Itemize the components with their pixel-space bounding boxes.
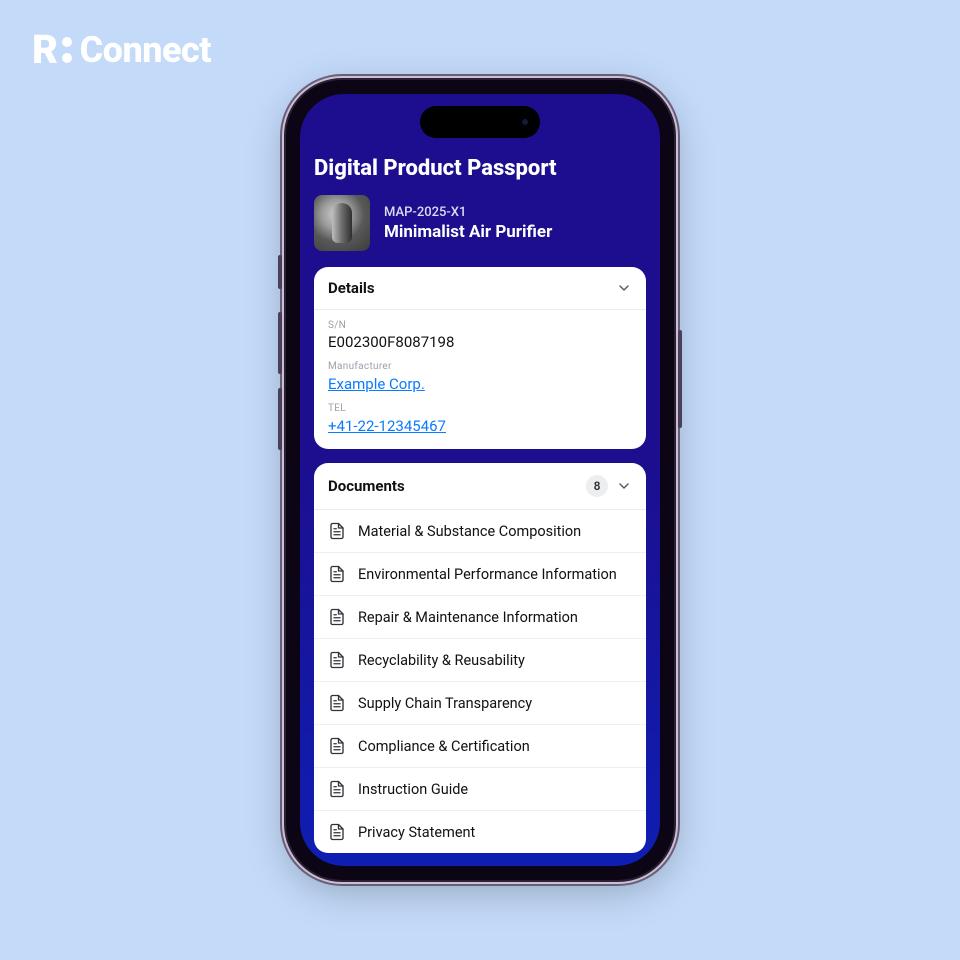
product-name: Minimalist Air Purifier (384, 222, 552, 242)
document-item[interactable]: Environmental Performance Information (314, 552, 646, 595)
document-label: Environmental Performance Information (358, 566, 617, 583)
document-icon (328, 565, 346, 583)
document-item[interactable]: Privacy Statement (314, 810, 646, 853)
document-icon (328, 823, 346, 841)
document-item[interactable]: Instruction Guide (314, 767, 646, 810)
details-title: Details (328, 279, 375, 297)
document-label: Privacy Statement (358, 824, 475, 841)
documents-count-badge: 8 (586, 475, 608, 497)
phone-volume-down (278, 388, 282, 450)
document-label: Repair & Maintenance Information (358, 609, 578, 626)
document-item[interactable]: Material & Substance Composition (314, 510, 646, 552)
page-title: Digital Product Passport (314, 156, 646, 181)
logo-r-glyph: R (32, 26, 58, 73)
document-label: Instruction Guide (358, 781, 468, 798)
details-header[interactable]: Details (314, 267, 646, 310)
brand-logo: R Connect (32, 26, 211, 73)
document-icon (328, 780, 346, 798)
phone-power-button (678, 330, 682, 428)
document-label: Material & Substance Composition (358, 523, 581, 540)
sn-label: S/N (328, 320, 632, 331)
document-label: Compliance & Certification (358, 738, 530, 755)
document-icon (328, 651, 346, 669)
field-serial-number: S/N E002300F8087198 (328, 320, 632, 351)
document-label: Recyclability & Reusability (358, 652, 525, 669)
documents-header[interactable]: Documents 8 (314, 463, 646, 510)
document-item[interactable]: Compliance & Certification (314, 724, 646, 767)
tel-link[interactable]: +41-22-12345467 (328, 417, 446, 435)
document-label: Supply Chain Transparency (358, 695, 532, 712)
field-manufacturer: Manufacturer Example Corp. (328, 361, 632, 393)
brand-name: Connect (80, 29, 211, 71)
document-item[interactable]: Recyclability & Reusability (314, 638, 646, 681)
document-icon (328, 608, 346, 626)
documents-card: Documents 8 Material & Substance Composi… (314, 463, 646, 853)
logo-dots-icon (62, 37, 72, 63)
sn-value: E002300F8087198 (328, 333, 632, 351)
details-card: Details S/N E002300F8087198 Manufacturer… (314, 267, 646, 449)
document-icon (328, 694, 346, 712)
chevron-down-icon (616, 478, 632, 494)
documents-list: Material & Substance Composition Environm… (314, 510, 646, 853)
document-item[interactable]: Repair & Maintenance Information (314, 595, 646, 638)
product-header: MAP-2025-X1 Minimalist Air Purifier (314, 195, 646, 251)
chevron-down-icon (616, 280, 632, 296)
phone-frame: Digital Product Passport MAP-2025-X1 Min… (286, 80, 674, 880)
document-item[interactable]: Supply Chain Transparency (314, 681, 646, 724)
phone-silent-switch (278, 255, 282, 289)
document-icon (328, 522, 346, 540)
front-camera-icon (520, 117, 530, 127)
manufacturer-label: Manufacturer (328, 361, 632, 372)
product-thumbnail (314, 195, 370, 251)
dynamic-island (420, 106, 540, 138)
tel-label: TEL (328, 403, 632, 414)
phone-volume-up (278, 312, 282, 374)
document-icon (328, 737, 346, 755)
field-tel: TEL +41-22-12345467 (328, 403, 632, 435)
manufacturer-link[interactable]: Example Corp. (328, 375, 425, 393)
phone-screen: Digital Product Passport MAP-2025-X1 Min… (300, 94, 660, 866)
documents-title: Documents (328, 477, 405, 495)
product-code: MAP-2025-X1 (384, 205, 552, 220)
